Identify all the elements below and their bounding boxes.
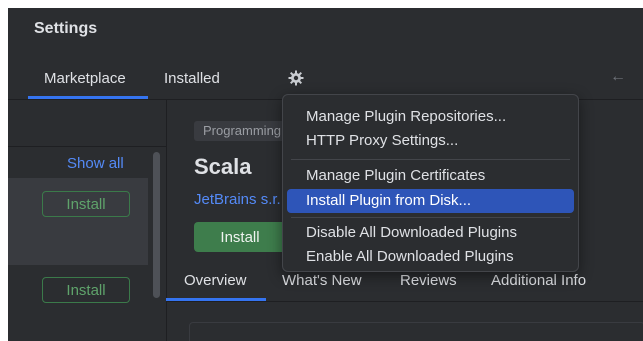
menu-item-manage-repositories[interactable]: Manage Plugin Repositories... <box>287 105 574 129</box>
tab-whats-new[interactable]: What's New <box>282 272 362 289</box>
gear-icon[interactable] <box>286 68 306 88</box>
tab-reviews[interactable]: Reviews <box>400 272 457 289</box>
tab-overview[interactable]: Overview <box>184 272 247 289</box>
menu-item-enable-downloaded[interactable]: Enable All Downloaded Plugins <box>287 245 574 269</box>
overview-content <box>189 322 643 341</box>
settings-dropdown-menu: Manage Plugin Repositories... HTTP Proxy… <box>282 94 579 272</box>
menu-item-http-proxy[interactable]: HTTP Proxy Settings... <box>287 129 574 153</box>
vendor-link[interactable]: JetBrains s.r.o. <box>194 191 280 208</box>
plugin-name: Scala <box>194 154 252 179</box>
show-all-link[interactable]: Show all <box>67 155 124 172</box>
menu-separator <box>291 217 570 218</box>
menu-item-manage-certificates[interactable]: Manage Plugin Certificates <box>287 164 574 188</box>
list-scrollbar[interactable] <box>153 152 160 298</box>
tab-marketplace[interactable]: Marketplace <box>44 70 126 87</box>
settings-window: Settings Marketplace Installed ← Show al… <box>8 8 643 341</box>
menu-item-install-from-disk[interactable]: Install Plugin from Disk... <box>287 189 574 213</box>
window-title: Settings <box>34 20 98 37</box>
category-chip: Programming Languages <box>194 121 290 141</box>
menu-separator <box>291 159 570 160</box>
list-install-button[interactable]: Install <box>42 277 130 303</box>
pane-divider <box>166 100 167 341</box>
list-install-button[interactable]: Install <box>42 191 130 217</box>
detail-tabs-divider <box>166 301 643 302</box>
arrow-left-icon[interactable]: ← <box>610 68 626 86</box>
tab-installed[interactable]: Installed <box>164 70 220 87</box>
search-area[interactable] <box>8 100 166 147</box>
install-button[interactable]: Install <box>194 222 286 252</box>
tab-additional-info[interactable]: Additional Info <box>491 272 586 289</box>
menu-item-disable-downloaded[interactable]: Disable All Downloaded Plugins <box>287 221 574 245</box>
